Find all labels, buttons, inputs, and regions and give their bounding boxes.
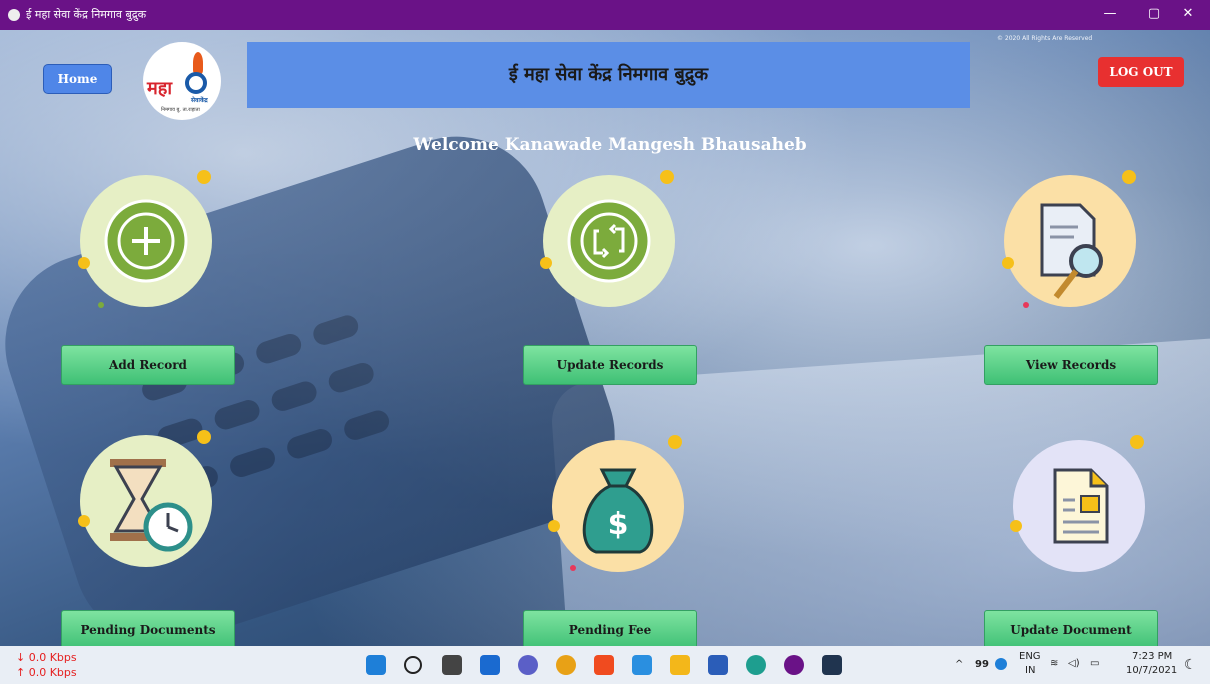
money-bag-icon: $: [582, 468, 654, 554]
pending-fee-tile[interactable]: $: [552, 440, 684, 572]
windows-taskbar: ↓ 0.0 Kbps ↑ 0.0 Kbps ^ 99 ENG IN ≋ ◁) ▭…: [0, 646, 1210, 684]
update-document-button[interactable]: Update Document: [984, 610, 1158, 646]
update-records-button[interactable]: Update Records: [523, 345, 697, 385]
page-title: ई महा सेवा केंद्र निमगाव बुद्रुक: [247, 42, 970, 108]
brave-icon[interactable]: [594, 655, 614, 675]
region: IN: [1025, 665, 1036, 676]
maximize-button[interactable]: ▢: [1140, 4, 1168, 24]
pending-fee-button[interactable]: Pending Fee: [523, 610, 697, 646]
volume-icon[interactable]: ◁): [1068, 658, 1080, 669]
monitor-icon[interactable]: [632, 655, 652, 675]
app-taskbar-icon[interactable]: [784, 655, 804, 675]
python-icon[interactable]: [822, 655, 842, 675]
add-record-button[interactable]: Add Record: [61, 345, 235, 385]
file-explorer-icon[interactable]: [670, 655, 690, 675]
search-icon[interactable]: [404, 656, 422, 674]
clock-date[interactable]: 10/7/2021: [1126, 665, 1177, 676]
chat-icon[interactable]: [518, 655, 538, 675]
download-speed: ↓ 0.0 Kbps: [16, 651, 77, 664]
logout-button[interactable]: LOG OUT: [1098, 57, 1184, 87]
window-titlebar: ई महा सेवा केंद्र निमगाव बुद्रुक — ▢ ✕: [0, 0, 1210, 30]
edge-icon[interactable]: [746, 655, 766, 675]
main-area: Home महा सेवाकेंद्र निमगाव बु. ता.राहाता…: [0, 30, 1210, 646]
update-records-tile[interactable]: [543, 175, 675, 307]
start-icon[interactable]: [366, 655, 386, 675]
svg-text:$: $: [608, 507, 629, 542]
notifications-icon[interactable]: ☾: [1184, 657, 1197, 673]
window-title: ई महा सेवा केंद्र निमगाव बुद्रुक: [26, 8, 147, 21]
home-button[interactable]: Home: [43, 64, 112, 94]
word-icon[interactable]: [708, 655, 728, 675]
maha-seva-logo: महा सेवाकेंद्र निमगाव बु. ता.राहाता: [143, 42, 221, 120]
plus-icon: [104, 199, 188, 283]
copyright-text: © 2020 All Rights Are Reserved: [997, 35, 1093, 42]
task-view-icon[interactable]: [442, 655, 462, 675]
widgets-icon[interactable]: [480, 655, 500, 675]
chevron-up-icon[interactable]: ^: [955, 659, 963, 670]
bluetooth-icon[interactable]: [995, 658, 1007, 670]
tray-badge[interactable]: 99: [975, 659, 989, 670]
hourglass-clock-icon: [110, 459, 193, 552]
minimize-button[interactable]: —: [1096, 4, 1124, 24]
document-icon: [1053, 468, 1109, 544]
clock-time[interactable]: 7:23 PM: [1132, 651, 1172, 662]
refresh-icon: [567, 199, 651, 283]
battery-icon[interactable]: ▭: [1090, 658, 1099, 669]
upload-speed: ↑ 0.0 Kbps: [16, 666, 77, 679]
add-record-tile[interactable]: [80, 175, 212, 307]
update-document-tile[interactable]: [1013, 440, 1145, 572]
pending-documents-tile[interactable]: [80, 435, 212, 567]
app-icon: [8, 9, 20, 21]
language[interactable]: ENG: [1019, 651, 1041, 662]
chrome-icon[interactable]: [556, 655, 576, 675]
close-button[interactable]: ✕: [1174, 4, 1202, 24]
view-records-button[interactable]: View Records: [984, 345, 1158, 385]
welcome-message: Welcome Kanawade Mangesh Bhausaheb: [413, 135, 807, 155]
search-document-icon: [1040, 203, 1103, 299]
pending-documents-button[interactable]: Pending Documents: [61, 610, 235, 646]
view-records-tile[interactable]: [1004, 175, 1136, 307]
wifi-icon[interactable]: ≋: [1050, 658, 1058, 669]
